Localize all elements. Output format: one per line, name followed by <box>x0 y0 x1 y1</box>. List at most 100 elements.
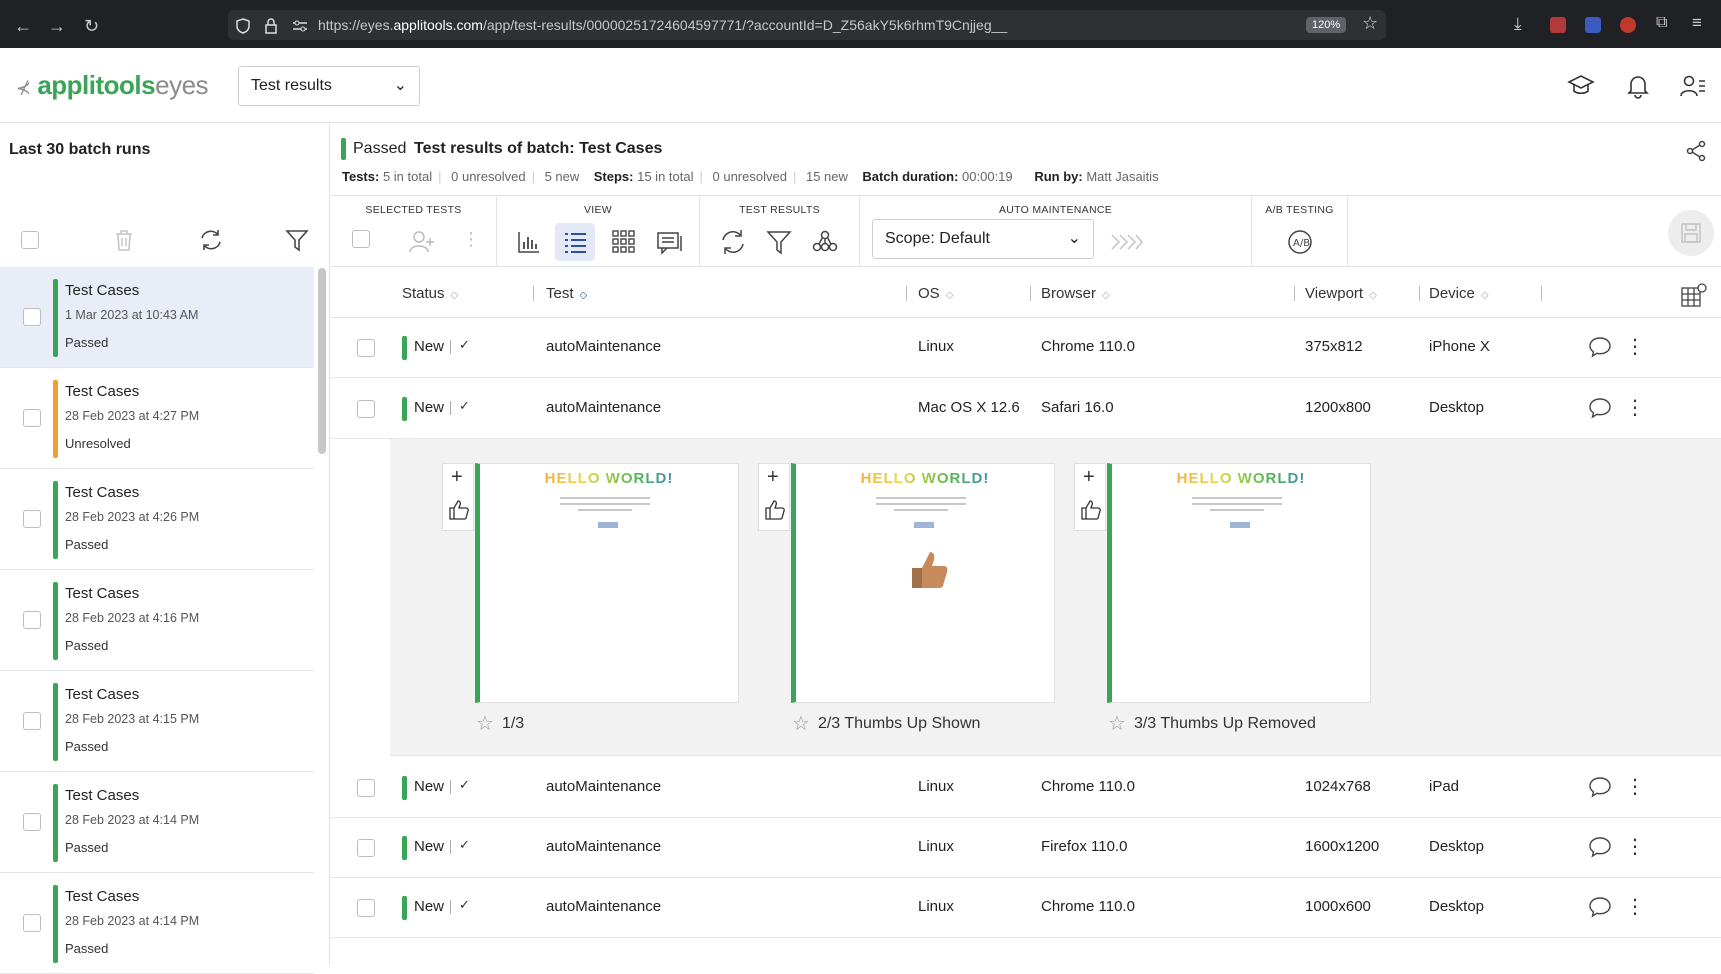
assign-user-icon[interactable] <box>406 227 436 257</box>
row-checkbox[interactable] <box>357 839 375 857</box>
batch-checkbox[interactable] <box>23 813 41 831</box>
table-row[interactable]: New ✓ autoMaintenance Linux Firefox 110.0 160… <box>331 818 1721 878</box>
applitools-logo[interactable]: ⊀ applitoolseyes <box>16 70 209 101</box>
col-test[interactable]: Test ◇ <box>546 285 587 302</box>
comment-icon[interactable] <box>1588 336 1612 358</box>
step-screenshot[interactable]: HELLO WORLD! <box>791 463 1055 703</box>
row-more-icon[interactable]: ⋮ <box>1625 834 1645 859</box>
row-checkbox[interactable] <box>357 339 375 357</box>
row-test[interactable]: autoMaintenance <box>546 838 661 855</box>
menu-icon[interactable]: ≡ <box>1692 13 1702 33</box>
group-by-icon[interactable] <box>810 227 840 257</box>
table-row[interactable]: New ✓ autoMaintenance Linux Chrome 110.0 1024… <box>331 758 1721 818</box>
zoom-badge[interactable]: 120% <box>1306 17 1347 33</box>
batch-item[interactable]: Test Cases 28 Feb 2023 at 4:26 PM Passed <box>0 469 314 570</box>
row-checkbox[interactable] <box>357 899 375 917</box>
row-checkbox[interactable] <box>357 400 375 418</box>
thumbs-up-icon[interactable] <box>1079 498 1103 522</box>
row-more-icon[interactable]: ⋮ <box>1625 774 1645 799</box>
share-icon[interactable] <box>1685 140 1707 162</box>
bell-icon[interactable] <box>1624 72 1652 100</box>
batch-checkbox[interactable] <box>23 308 41 326</box>
grid-view-icon[interactable] <box>609 227 639 257</box>
download-icon[interactable]: ⤓ <box>1514 14 1522 34</box>
step-thumbnail[interactable]: + HELLO WORLD! ☆ 3/3 Thumbs Up Removed <box>1074 463 1371 735</box>
batch-item[interactable]: Test Cases 28 Feb 2023 at 4:14 PM Passed <box>0 772 314 873</box>
plus-icon[interactable]: + <box>767 466 779 489</box>
batch-item[interactable]: Test Cases 28 Feb 2023 at 4:14 PM Passed <box>0 873 314 974</box>
ab-test-icon[interactable]: A/B <box>1285 227 1315 257</box>
batch-checkbox[interactable] <box>23 611 41 629</box>
batch-item[interactable]: Test Cases 28 Feb 2023 at 4:15 PM Passed <box>0 671 314 772</box>
comments-view-icon[interactable] <box>655 227 685 257</box>
page-select[interactable]: Test results ⌄ <box>238 66 420 106</box>
comment-icon[interactable] <box>1588 776 1612 798</box>
column-settings-icon[interactable] <box>1680 282 1708 308</box>
batch-item[interactable]: Test Cases 1 Mar 2023 at 10:43 AM Passed <box>0 267 314 368</box>
star-icon[interactable]: ☆ <box>1108 713 1126 735</box>
forward-icon[interactable]: → <box>48 16 66 37</box>
batch-checkbox[interactable] <box>23 914 41 932</box>
graduation-cap-icon[interactable] <box>1567 72 1595 100</box>
batch-checkbox[interactable] <box>23 510 41 528</box>
bookmark-star-icon[interactable]: ☆ <box>1362 13 1378 34</box>
table-row[interactable]: New ✓ autoMaintenance Mac OS X 12.6 Safari 1… <box>331 379 1721 439</box>
row-test[interactable]: autoMaintenance <box>546 338 661 355</box>
back-icon[interactable]: ← <box>14 16 32 37</box>
step-thumbnail[interactable]: + HELLO WORLD! ☆ 2/3 Thumbs Up Shown <box>758 463 1055 735</box>
extension-icon[interactable] <box>1620 17 1636 33</box>
user-settings-icon[interactable] <box>1679 72 1707 100</box>
table-row[interactable]: New ✓ autoMaintenance Linux Chrome 110.0 375x… <box>331 318 1721 378</box>
batch-checkbox[interactable] <box>23 409 41 427</box>
list-view-button[interactable] <box>555 223 595 261</box>
filter-icon[interactable] <box>764 227 794 257</box>
batch-item[interactable]: Test Cases 28 Feb 2023 at 4:27 PM Unresolv… <box>0 368 314 469</box>
extensions-puzzle-icon[interactable]: ⧉ <box>1656 14 1667 32</box>
apply-maintenance-icon[interactable] <box>1108 227 1144 257</box>
col-device[interactable]: Device ◇ <box>1429 285 1489 302</box>
comment-icon[interactable] <box>1588 896 1612 918</box>
col-browser[interactable]: Browser ◇ <box>1041 285 1110 302</box>
thumbs-up-icon[interactable] <box>763 498 787 522</box>
scope-select[interactable]: Scope: Default ⌄ <box>872 219 1094 259</box>
refresh-icon[interactable] <box>718 227 748 257</box>
row-more-icon[interactable]: ⋮ <box>1625 334 1645 359</box>
steps-unresolved: 0 unresolved <box>712 169 787 184</box>
step-screenshot[interactable]: HELLO WORLD! <box>1107 463 1371 703</box>
row-test[interactable]: autoMaintenance <box>546 778 661 795</box>
col-os[interactable]: OS ◇ <box>918 285 953 302</box>
url-bar[interactable]: https://eyes.applitools.com/app/test-res… <box>228 10 1386 40</box>
star-icon[interactable]: ☆ <box>792 713 810 735</box>
row-checkbox[interactable] <box>357 779 375 797</box>
bar-chart-icon[interactable] <box>514 227 544 257</box>
sidebar-scrollbar[interactable] <box>318 268 326 454</box>
step-screenshot[interactable]: HELLO WORLD! <box>475 463 739 703</box>
comment-icon[interactable] <box>1588 836 1612 858</box>
step-thumbnail[interactable]: + HELLO WORLD! ☆ 1/3 <box>442 463 739 735</box>
select-all-checkbox[interactable] <box>21 231 39 249</box>
row-more-icon[interactable]: ⋮ <box>1625 395 1645 420</box>
batch-checkbox[interactable] <box>23 712 41 730</box>
plus-icon[interactable]: + <box>451 466 463 489</box>
filter-icon[interactable] <box>285 228 309 252</box>
more-icon[interactable]: ⋮ <box>462 229 480 250</box>
batch-item[interactable]: Test Cases 28 Feb 2023 at 4:16 PM Passed <box>0 570 314 671</box>
extension-icon[interactable] <box>1550 17 1566 33</box>
row-test[interactable]: autoMaintenance <box>546 399 661 416</box>
col-status[interactable]: Status ◇ <box>402 285 458 302</box>
table-row[interactable]: New ✓ autoMaintenance Linux Chrome 110.0 1000… <box>331 878 1721 938</box>
star-icon[interactable]: ☆ <box>476 713 494 735</box>
save-button[interactable] <box>1668 210 1714 256</box>
extension-icon[interactable] <box>1585 17 1601 33</box>
refresh-icon[interactable] <box>198 227 224 253</box>
site-settings-icon[interactable] <box>292 19 308 33</box>
comment-icon[interactable] <box>1588 397 1612 419</box>
plus-icon[interactable]: + <box>1083 466 1095 489</box>
thumbs-up-icon[interactable] <box>447 498 471 522</box>
row-test[interactable]: autoMaintenance <box>546 898 661 915</box>
row-more-icon[interactable]: ⋮ <box>1625 894 1645 919</box>
col-viewport[interactable]: Viewport ◇ <box>1305 285 1377 302</box>
select-tests-checkbox[interactable] <box>352 230 370 248</box>
trash-icon[interactable] <box>113 228 135 252</box>
reload-icon[interactable]: ↻ <box>84 16 99 37</box>
